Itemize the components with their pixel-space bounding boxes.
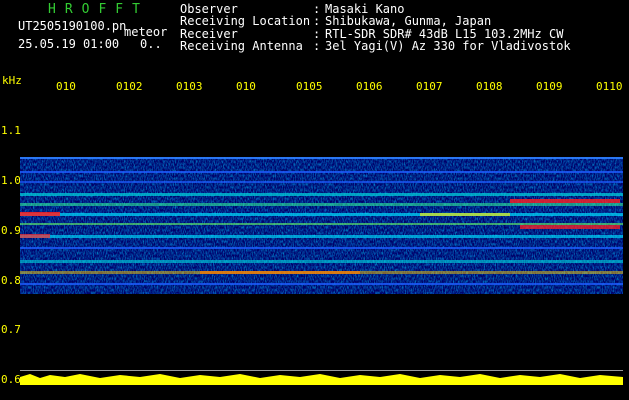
meta-colon: :	[313, 38, 321, 53]
y-tick: 1.0	[1, 174, 21, 187]
file-name: UT2505190100.pn	[18, 19, 127, 33]
meta-key: Receiving Antenna	[180, 38, 303, 53]
minutes-label: 0..	[140, 37, 162, 51]
x-tick: 010	[56, 80, 76, 93]
header: HROFFT UT2505190100.pn meteor 25.05.19 0…	[0, 0, 629, 58]
meta-key: Receiving Location	[180, 14, 311, 29]
hot-spot	[20, 234, 50, 238]
x-tick: 0110	[596, 80, 623, 93]
x-tick: 0103	[176, 80, 203, 93]
y-axis-unit: kHz	[2, 74, 22, 87]
hot-spot	[510, 199, 620, 203]
baseline	[20, 370, 623, 371]
app-brand: HROFFT	[48, 2, 149, 17]
y-tick: 1.1	[1, 124, 21, 137]
y-tick: 0.7	[1, 323, 21, 336]
signal-streak	[20, 260, 623, 263]
signal-streak	[20, 235, 623, 238]
y-tick: 0.8	[1, 274, 21, 287]
x-tick: 0102	[116, 80, 143, 93]
station-info: Observer: Masaki Kano Receiving Location:…	[180, 3, 571, 52]
hot-spot	[20, 212, 60, 216]
meta-colon: :	[313, 14, 321, 29]
datetime-label: 25.05.19 01:00	[18, 37, 120, 51]
signal-streak	[20, 247, 623, 249]
x-tick: 0108	[476, 80, 503, 93]
meta-value: 3el Yagi(V) Az 330 for Vladivostok	[325, 38, 571, 53]
x-tick: 010	[236, 80, 256, 93]
signal-streak	[20, 203, 623, 206]
y-tick: 0.9	[1, 224, 21, 237]
x-tick: 0109	[536, 80, 563, 93]
hot-spot	[200, 271, 360, 274]
signal-streak	[20, 213, 623, 216]
y-tick: 0.6	[1, 373, 21, 386]
signal-streak	[20, 223, 623, 225]
spectrogram	[20, 157, 623, 385]
power-bar	[20, 374, 623, 385]
x-tick: 0105	[296, 80, 323, 93]
hot-spot	[520, 225, 620, 229]
x-tick: 0106	[356, 80, 383, 93]
signal-streak	[20, 171, 623, 173]
meta-row-antenna: Receiving Antenna:3el Yagi(V) Az 330 for…	[180, 38, 571, 53]
x-tick: 0107	[416, 80, 443, 93]
signal-streak	[20, 157, 623, 159]
signal-streak	[20, 181, 623, 183]
signal-streak	[20, 283, 623, 285]
signal-streak	[20, 193, 623, 196]
hot-spot	[420, 213, 510, 216]
